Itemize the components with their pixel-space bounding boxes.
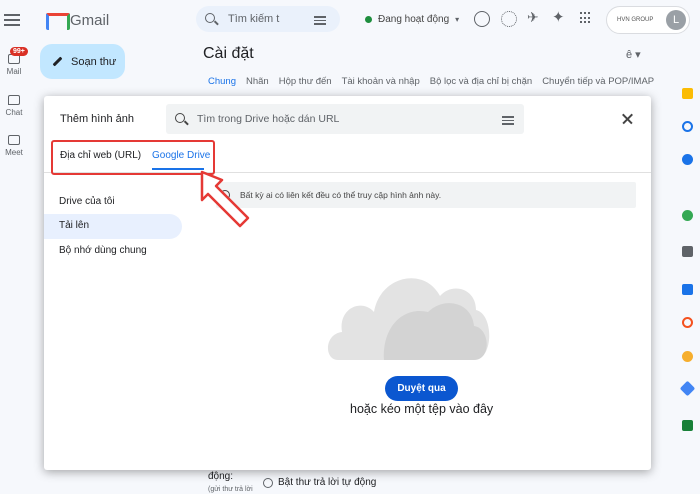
info-banner: Bất kỳ ai có liên kết đều có thể truy cậ…: [216, 182, 636, 208]
mail-search-input[interactable]: Tìm kiếm t: [228, 13, 279, 25]
gemini-sparkle-icon[interactable]: ✦: [552, 8, 565, 26]
annotation-arrow-icon: [200, 170, 250, 228]
keep-icon[interactable]: [682, 88, 693, 99]
search-icon: [175, 113, 185, 123]
status-selector[interactable]: Đang hoạt động ▾: [356, 7, 462, 31]
auto-reply-on-label: Bật thư trả lời tự động: [278, 477, 377, 488]
rail-chat[interactable]: Chat: [0, 95, 28, 117]
addon-p-icon[interactable]: [682, 246, 693, 257]
unread-badge: 99+: [10, 47, 28, 56]
addon-check-icon[interactable]: [682, 420, 693, 431]
apps-grid-icon[interactable]: [580, 12, 592, 24]
status-dot-icon: [365, 15, 372, 23]
tab-filters[interactable]: Bộ lọc và địa chỉ bị chặn: [430, 76, 532, 87]
page-title: Cài đặt: [203, 45, 254, 62]
mail-search-bar[interactable]: Tìm kiếm t: [196, 6, 340, 32]
chat-icon: [8, 95, 20, 105]
dialog-title: Thêm hình ảnh: [60, 113, 134, 125]
addon-orange-icon[interactable]: [682, 317, 693, 328]
contacts-icon[interactable]: [682, 154, 693, 165]
org-label: HVN GROUP: [617, 17, 654, 23]
addon-blue-icon[interactable]: [682, 284, 693, 295]
avatar: L: [666, 10, 686, 30]
nav-upload[interactable]: Tải lên: [59, 220, 89, 231]
close-icon[interactable]: [618, 109, 638, 129]
browse-button[interactable]: Duyệt qua: [385, 376, 458, 401]
cloud-icon: [327, 278, 490, 360]
auto-reply-on-radio[interactable]: [263, 478, 273, 488]
tasks-icon[interactable]: [682, 121, 693, 132]
side-panel: [676, 70, 700, 494]
gmail-logo[interactable]: Gmail: [46, 9, 109, 31]
account-switcher[interactable]: HVN GROUP L: [606, 6, 690, 34]
tab-general[interactable]: Chung: [208, 76, 236, 87]
annotation-highlight-box: [51, 140, 215, 175]
pencil-icon: [52, 56, 63, 67]
chevron-down-icon: ▾: [455, 14, 460, 24]
search-icon: [205, 13, 215, 23]
main-menu-icon[interactable]: [4, 11, 20, 27]
tab-labels[interactable]: Nhãn: [246, 76, 269, 87]
rail-mail[interactable]: Mail: [0, 54, 28, 76]
insert-image-dialog: Thêm hình ảnh Tìm trong Drive hoặc dán U…: [44, 96, 651, 470]
tab-inbox[interactable]: Hộp thư đến: [279, 76, 332, 87]
auto-reply-label: động:: [208, 471, 234, 482]
tab-forwarding[interactable]: Chuyển tiếp và POP/IMAP: [542, 76, 654, 87]
settings-gear-icon[interactable]: [501, 11, 517, 27]
settings-tabs: Chung Nhãn Hộp thư đến Tài khoản và nhập…: [208, 76, 654, 87]
auto-reply-sub: (gửi thư trả lời: [208, 486, 253, 493]
drive-search-bar[interactable]: Tìm trong Drive hoặc dán URL: [166, 104, 524, 134]
addon-yellow-icon[interactable]: [682, 351, 693, 362]
search-options-icon[interactable]: [314, 14, 326, 25]
rail-meet[interactable]: Meet: [0, 135, 28, 157]
drop-zone-text: hoặc kéo một tệp vào đây: [350, 402, 494, 416]
video-camera-icon: [8, 135, 20, 145]
compose-button[interactable]: Soạn thư: [40, 44, 125, 79]
nav-my-drive[interactable]: Drive của tôi: [59, 196, 115, 207]
extension-icon[interactable]: ✈: [527, 9, 539, 26]
help-icon[interactable]: [474, 11, 490, 27]
addon-diamond-icon[interactable]: [679, 380, 696, 397]
gmail-m-icon: [46, 13, 70, 30]
tab-accounts[interactable]: Tài khoản và nhập: [342, 76, 420, 87]
addon-green-icon[interactable]: [682, 210, 693, 221]
search-options-icon[interactable]: [502, 114, 514, 125]
drive-search-input[interactable]: Tìm trong Drive hoặc dán URL: [197, 113, 339, 125]
nav-shared-drives[interactable]: Bộ nhớ dùng chung: [59, 245, 147, 256]
input-tools-toggle[interactable]: ê ▾: [626, 48, 641, 61]
